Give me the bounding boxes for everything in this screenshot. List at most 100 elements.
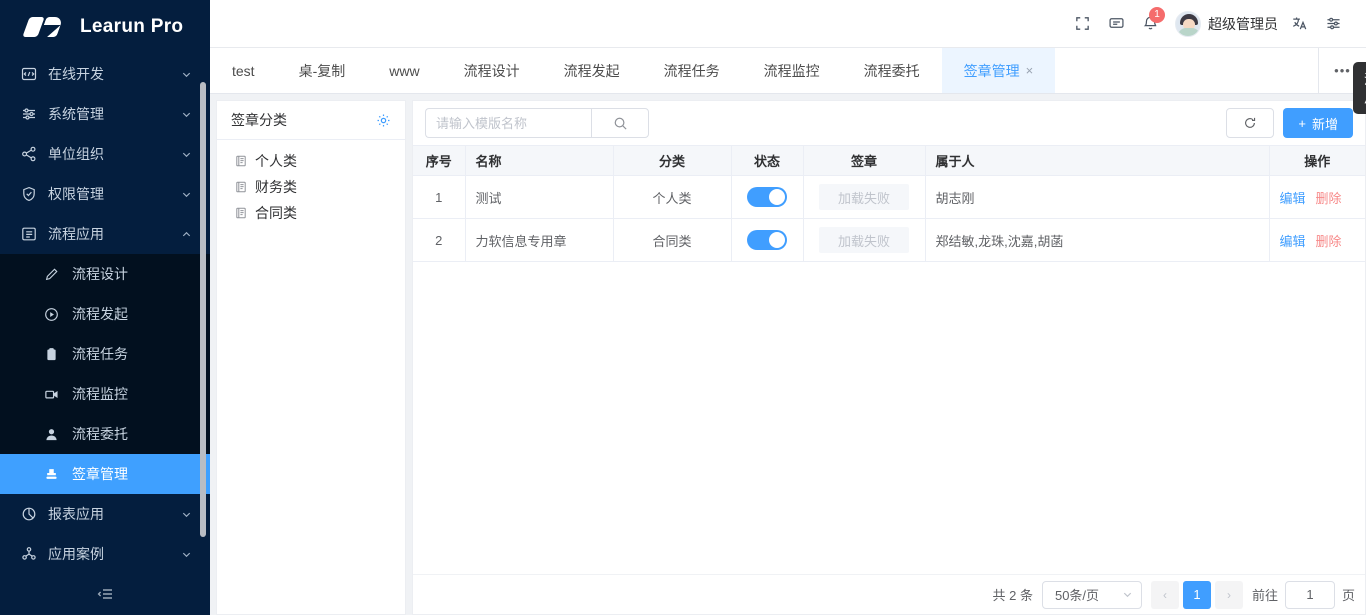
page-size-select[interactable]: 50条/页 [1042, 581, 1142, 609]
status-toggle[interactable] [747, 230, 787, 250]
status-toggle[interactable] [747, 187, 787, 207]
cell-signature: 加载失败 [803, 219, 925, 262]
tab-test[interactable]: test [210, 48, 277, 93]
sidebar-item-app-cases[interactable]: 应用案例 [0, 534, 210, 573]
sidebar-subitem-label: 流程设计 [72, 264, 128, 284]
sidebar-item-report-app[interactable]: 报表应用 [0, 494, 210, 534]
sidebar-item-online-dev[interactable]: 在线开发 [0, 54, 210, 94]
top-bar: 1 超级管理员 [210, 0, 1366, 48]
tree-node-contract[interactable]: 合同类 [217, 200, 405, 226]
table-row[interactable]: 2 力软信息专用章 合同类 加载失败 郑结敏,龙珠,沈嘉,胡菡 编辑 [413, 219, 1365, 262]
pagination-total: 共 2 条 [993, 585, 1033, 604]
col-actions[interactable]: 操作 [1269, 146, 1365, 176]
document-icon [235, 155, 247, 167]
tree-node-finance[interactable]: 财务类 [217, 174, 405, 200]
avatar-icon [1175, 11, 1201, 37]
next-page-button[interactable]: › [1215, 581, 1243, 609]
col-name[interactable]: 名称 [465, 146, 613, 176]
col-index[interactable]: 序号 [413, 146, 465, 176]
cell-actions: 编辑删除 [1269, 176, 1365, 219]
edit-link[interactable]: 编辑 [1280, 191, 1306, 206]
message-tooltip: 消息 [1353, 62, 1366, 114]
cell-status [731, 219, 803, 262]
user-menu[interactable]: 超级管理员 [1175, 11, 1278, 37]
delete-link[interactable]: 删除 [1316, 191, 1342, 206]
fullscreen-icon[interactable] [1065, 7, 1099, 41]
cell-index: 1 [413, 176, 465, 219]
sidebar-item-process-start[interactable]: 流程发起 [0, 294, 210, 334]
chevron-down-icon [180, 108, 192, 120]
prev-page-button[interactable]: ‹ [1151, 581, 1179, 609]
refresh-button[interactable] [1226, 108, 1274, 138]
brand-logo[interactable]: Learun Pro [0, 0, 210, 54]
col-owner[interactable]: 属于人 [925, 146, 1269, 176]
cell-index: 2 [413, 219, 465, 262]
page-number-1[interactable]: 1 [1183, 581, 1211, 609]
sidebar-item-system-mgmt[interactable]: 系统管理 [0, 94, 210, 134]
sidebar-item-process-app[interactable]: 流程应用 [0, 214, 210, 254]
edit-link[interactable]: 编辑 [1280, 234, 1306, 249]
chevron-down-icon [180, 508, 192, 520]
chevron-down-icon [180, 548, 192, 560]
pagination-nav: ‹ 1 › [1151, 581, 1243, 609]
sidebar-scrollbar-thumb[interactable] [200, 82, 206, 537]
bell-icon[interactable]: 1 [1133, 7, 1167, 41]
search-icon [613, 116, 628, 131]
col-signature[interactable]: 签章 [803, 146, 925, 176]
settings-sliders-icon[interactable] [1316, 7, 1350, 41]
close-icon[interactable]: × [1026, 63, 1034, 78]
sidebar-item-process-monitor[interactable]: 流程监控 [0, 374, 210, 414]
translate-icon[interactable] [1282, 7, 1316, 41]
brand-name: Learun Pro [80, 16, 183, 38]
tab-label: 桌-复制 [299, 61, 346, 81]
tab-process-design[interactable]: 流程设计 [442, 48, 542, 93]
pie-chart-icon [20, 505, 38, 523]
search-button[interactable] [591, 108, 649, 138]
sidebar-item-process-task[interactable]: 流程任务 [0, 334, 210, 374]
tab-signature-mgmt[interactable]: 签章管理 × [942, 48, 1056, 93]
add-button[interactable]: + 新增 [1283, 108, 1353, 138]
sidebar-item-label: 权限管理 [48, 184, 180, 204]
tab-desk-copy[interactable]: 桌-复制 [277, 48, 368, 93]
chevron-down-icon [180, 148, 192, 160]
jump-page-input[interactable] [1285, 581, 1335, 609]
sidebar-subitem-label: 流程任务 [72, 344, 128, 364]
col-status[interactable]: 状态 [731, 146, 803, 176]
sidebar-scrollbar[interactable] [200, 82, 206, 537]
search-input[interactable] [425, 108, 591, 138]
sidebar-item-organization[interactable]: 单位组织 [0, 134, 210, 174]
message-icon[interactable] [1099, 7, 1133, 41]
sidebar-item-signature-mgmt[interactable]: 签章管理 [0, 454, 210, 494]
tab-www[interactable]: www [367, 48, 441, 93]
sidebar-collapse-button[interactable] [0, 573, 210, 615]
list-box-icon [20, 225, 38, 243]
cell-owner: 郑结敏,龙珠,沈嘉,胡菡 [925, 219, 1269, 262]
code-window-icon [20, 65, 38, 83]
signature-image-placeholder: 加载失败 [819, 184, 909, 210]
toolbar-actions: + 新增 [1226, 108, 1353, 138]
user-name: 超级管理员 [1208, 14, 1278, 34]
sidebar-item-permissions[interactable]: 权限管理 [0, 174, 210, 214]
col-category[interactable]: 分类 [613, 146, 731, 176]
table-row[interactable]: 1 测试 个人类 加载失败 胡志刚 编辑删除 [413, 176, 1365, 219]
tab-label: 流程任务 [664, 61, 720, 81]
user-outline-icon [42, 425, 60, 443]
gear-icon[interactable] [376, 113, 391, 128]
tab-process-start[interactable]: 流程发起 [542, 48, 642, 93]
plus-icon: + [1298, 116, 1306, 131]
signature-table: 序号 名称 分类 状态 签章 属于人 操作 1 测试 [413, 145, 1365, 262]
tab-process-monitor[interactable]: 流程监控 [742, 48, 842, 93]
shield-check-icon [20, 185, 38, 203]
sidebar-item-process-design[interactable]: 流程设计 [0, 254, 210, 294]
tree-node-personal[interactable]: 个人类 [217, 148, 405, 174]
tree-node-label: 个人类 [255, 151, 297, 171]
category-tree-panel: 签章分类 个人类 [216, 100, 406, 615]
delete-link[interactable]: 删除 [1316, 234, 1342, 249]
tab-process-task[interactable]: 流程任务 [642, 48, 742, 93]
tab-process-delegate[interactable]: 流程委托 [842, 48, 942, 93]
share-nodes-icon [20, 145, 38, 163]
chevron-down-icon [1122, 589, 1133, 600]
sidebar-item-process-delegate[interactable]: 流程委托 [0, 414, 210, 454]
tab-label: 流程监控 [764, 61, 820, 81]
table-header-row: 序号 名称 分类 状态 签章 属于人 操作 [413, 146, 1365, 176]
